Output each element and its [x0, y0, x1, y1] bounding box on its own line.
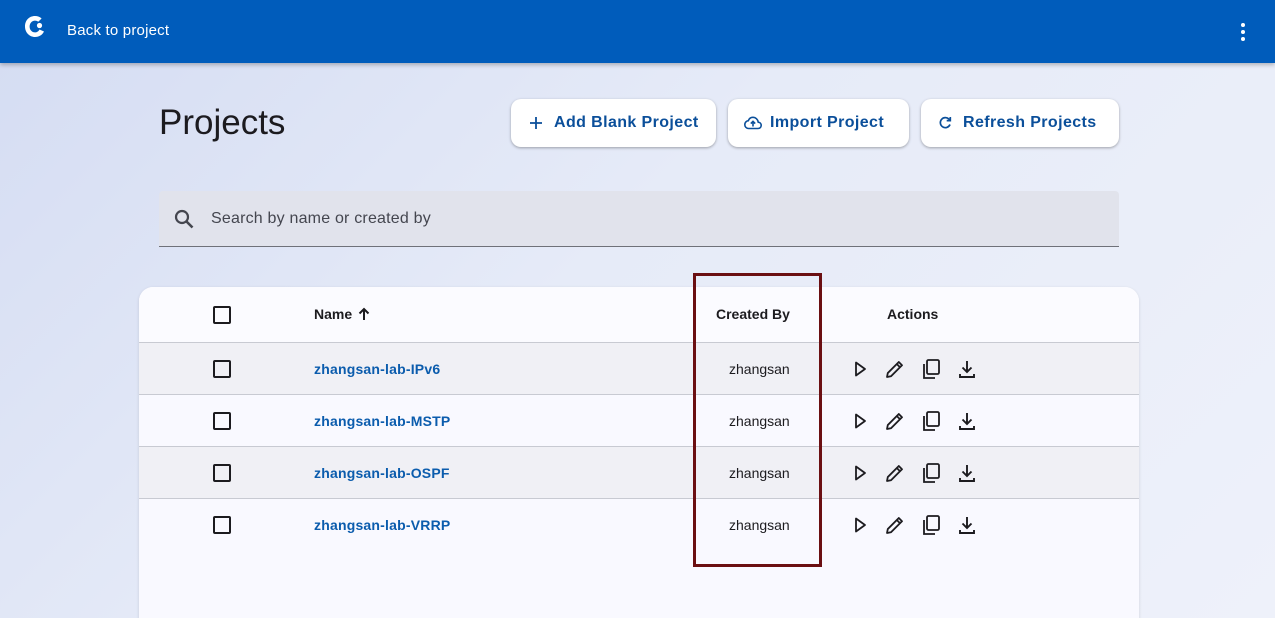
column-header-actions: Actions — [887, 306, 939, 322]
refresh-projects-label: Refresh Projects — [963, 114, 1097, 131]
copy-icon[interactable] — [919, 409, 943, 433]
refresh-projects-button[interactable]: Refresh Projects — [921, 99, 1119, 147]
plus-icon — [530, 117, 542, 129]
project-name-link[interactable]: zhangsan-lab-VRRP — [314, 517, 450, 533]
created-by-cell: zhangsan — [729, 361, 790, 377]
page-title: Projects — [159, 103, 286, 142]
play-icon[interactable] — [848, 409, 872, 433]
download-icon[interactable] — [955, 357, 979, 381]
search-field[interactable] — [159, 191, 1119, 247]
download-icon[interactable] — [955, 461, 979, 485]
search-input[interactable] — [211, 191, 1101, 246]
created-by-cell: zhangsan — [729, 465, 790, 481]
copy-icon[interactable] — [919, 513, 943, 537]
row-checkbox[interactable] — [213, 516, 231, 534]
back-to-project-link[interactable]: Back to project — [67, 22, 169, 39]
column-header-name-label: Name — [314, 306, 353, 322]
refresh-icon — [939, 116, 952, 129]
edit-icon[interactable] — [883, 513, 907, 537]
table-header-row: Name Created By Actions — [139, 287, 1139, 343]
table-row: zhangsan-lab-OSPF zhangsan — [139, 447, 1139, 499]
more-vertical-icon[interactable] — [1231, 20, 1255, 44]
table-row: zhangsan-lab-IPv6 zhangsan — [139, 343, 1139, 395]
table-row: zhangsan-lab-MSTP zhangsan — [139, 395, 1139, 447]
download-icon[interactable] — [955, 409, 979, 433]
select-all-checkbox[interactable] — [213, 306, 231, 324]
edit-icon[interactable] — [883, 357, 907, 381]
app-logo-icon[interactable] — [23, 14, 47, 40]
copy-icon[interactable] — [919, 461, 943, 485]
created-by-cell: zhangsan — [729, 517, 790, 533]
top-app-bar: Back to project — [0, 0, 1275, 63]
play-icon[interactable] — [848, 513, 872, 537]
edit-icon[interactable] — [883, 461, 907, 485]
table-row: zhangsan-lab-VRRP zhangsan — [139, 499, 1139, 551]
import-project-label: Import Project — [770, 114, 885, 131]
row-checkbox[interactable] — [213, 412, 231, 430]
add-blank-project-label: Add Blank Project — [554, 114, 699, 131]
copy-icon[interactable] — [919, 357, 943, 381]
created-by-cell: zhangsan — [729, 413, 790, 429]
project-name-link[interactable]: zhangsan-lab-OSPF — [314, 465, 450, 481]
edit-icon[interactable] — [883, 409, 907, 433]
add-blank-project-button[interactable]: Add Blank Project — [511, 99, 716, 147]
column-header-name[interactable]: Name — [314, 306, 372, 322]
sort-ascending-icon[interactable] — [356, 306, 372, 322]
play-icon[interactable] — [848, 461, 872, 485]
project-name-link[interactable]: zhangsan-lab-MSTP — [314, 413, 450, 429]
play-icon[interactable] — [848, 357, 872, 381]
row-checkbox[interactable] — [213, 360, 231, 378]
import-project-button[interactable]: Import Project — [728, 99, 909, 147]
cloud-upload-icon — [744, 116, 762, 130]
project-name-link[interactable]: zhangsan-lab-IPv6 — [314, 361, 440, 377]
search-icon — [174, 209, 194, 229]
download-icon[interactable] — [955, 513, 979, 537]
column-header-created-by[interactable]: Created By — [716, 306, 790, 322]
row-checkbox[interactable] — [213, 464, 231, 482]
projects-table: Name Created By Actions zhangsan-lab-IPv… — [139, 287, 1139, 618]
